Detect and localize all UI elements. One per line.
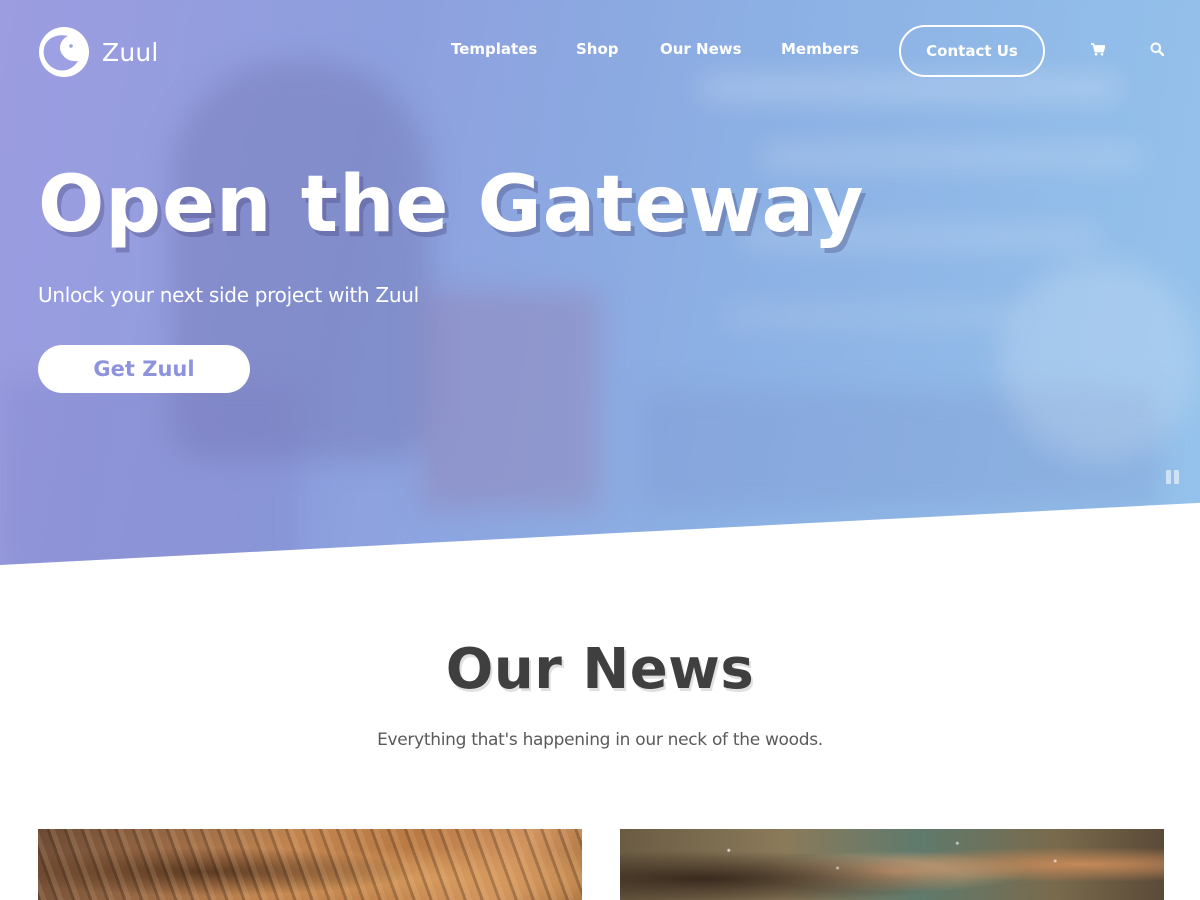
get-zuul-button[interactable]: Get Zuul: [38, 345, 250, 393]
contact-us-button[interactable]: Contact Us: [899, 25, 1045, 77]
page: Zuul Templates Shop Our News Members Con…: [0, 0, 1200, 900]
brand-name: Zuul: [102, 37, 159, 67]
moon-face-logo-icon: [38, 26, 90, 78]
nav-item-templates[interactable]: Templates: [451, 40, 537, 58]
news-card-image-terrain[interactable]: [38, 829, 582, 900]
news-section-title: Our News: [445, 637, 755, 702]
news-card-image-nebula[interactable]: [620, 829, 1164, 900]
nav-item-shop[interactable]: Shop: [576, 40, 619, 58]
hero-title: Open the Gateway: [38, 160, 865, 250]
pause-icon[interactable]: [1166, 470, 1179, 484]
brand-logo-link[interactable]: Zuul: [38, 26, 159, 78]
news-section-subtitle: Everything that's happening in our neck …: [377, 730, 823, 750]
cart-icon[interactable]: [1089, 40, 1107, 58]
hero-section: Zuul Templates Shop Our News Members Con…: [0, 0, 1200, 565]
nav-item-our-news[interactable]: Our News: [660, 40, 742, 58]
hero-subtitle: Unlock your next side project with Zuul: [38, 283, 419, 307]
search-icon[interactable]: [1148, 40, 1166, 58]
nav-item-members[interactable]: Members: [781, 40, 859, 58]
